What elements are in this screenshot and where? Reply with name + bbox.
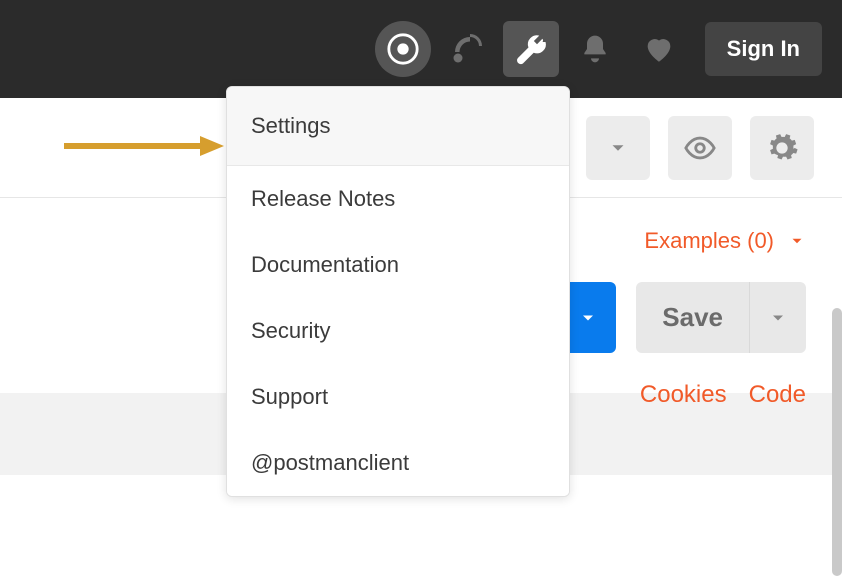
examples-label: Examples (0) — [644, 228, 774, 254]
examples-dropdown[interactable]: Examples (0) — [644, 228, 806, 254]
bell-icon[interactable] — [567, 21, 623, 77]
dropdown-item-twitter[interactable]: @postmanclient — [227, 430, 569, 496]
signin-button[interactable]: Sign In — [705, 22, 822, 76]
wrench-icon[interactable] — [503, 21, 559, 77]
heart-icon[interactable] — [631, 21, 687, 77]
save-dropdown-caret[interactable] — [750, 282, 806, 353]
topbar: Sign In — [0, 0, 842, 98]
environment-dropdown-caret[interactable] — [586, 116, 650, 180]
dropdown-item-documentation[interactable]: Documentation — [227, 232, 569, 298]
save-group: Save — [636, 282, 806, 353]
dropdown-item-settings[interactable]: Settings — [227, 87, 569, 166]
cookies-link[interactable]: Cookies — [640, 381, 727, 409]
request-action-row: Save — [560, 282, 806, 353]
dropdown-item-security[interactable]: Security — [227, 298, 569, 364]
satellite-icon[interactable] — [439, 21, 495, 77]
wrench-dropdown-menu: Settings Release Notes Documentation Sec… — [226, 86, 570, 497]
code-link[interactable]: Code — [749, 381, 806, 409]
sync-state-icon[interactable] — [375, 21, 431, 77]
settings-gear-button[interactable] — [750, 116, 814, 180]
dropdown-item-support[interactable]: Support — [227, 364, 569, 430]
dropdown-item-release-notes[interactable]: Release Notes — [227, 166, 569, 232]
environment-eye-button[interactable] — [668, 116, 732, 180]
links-row: Cookies Code — [640, 381, 806, 409]
save-button[interactable]: Save — [636, 282, 750, 353]
